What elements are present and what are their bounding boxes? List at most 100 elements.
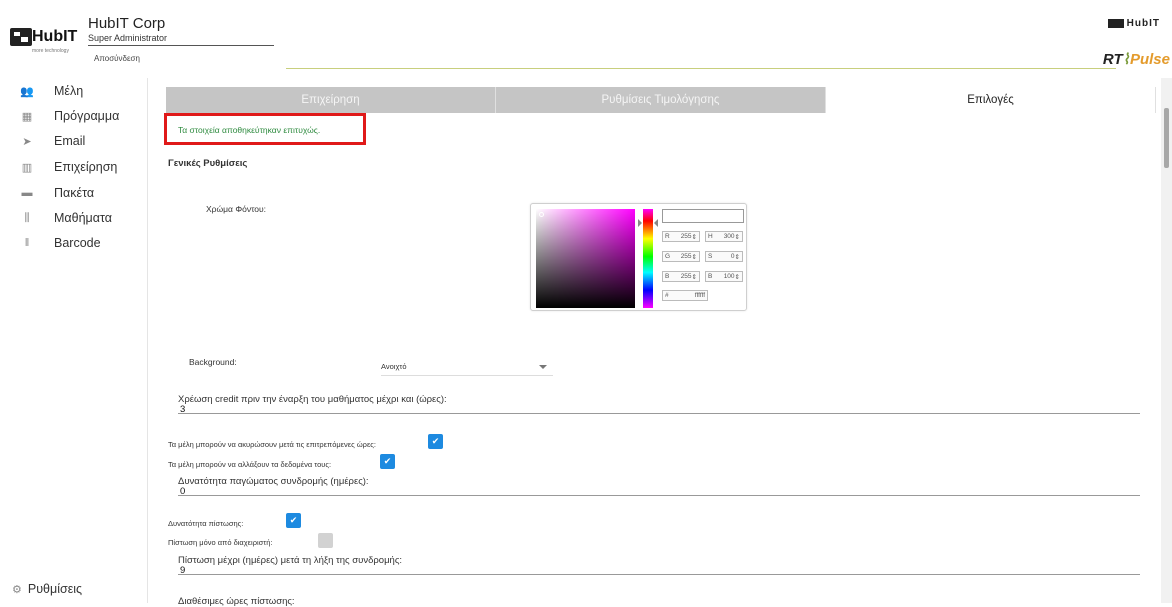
stepper-icon[interactable]: ⇕ xyxy=(735,253,740,261)
background-label: Background: xyxy=(189,357,237,367)
rt-text: RT xyxy=(1102,51,1123,68)
credit-admin-label: Πίστωση μόνο από διαχειριστή: xyxy=(168,538,273,547)
h-label: H xyxy=(708,233,713,240)
credit-card-icon: ▬ xyxy=(21,187,33,199)
calendar-icon: ▦ xyxy=(21,110,33,123)
change-data-label: Τα μέλη μπορούν να αλλάξουν τα δεδομένα … xyxy=(168,460,332,469)
s-field[interactable]: S 0 ⇕ xyxy=(705,251,743,262)
rtpulse-logo: RT⌇Pulse xyxy=(1103,50,1170,68)
hubit-brand-mark-icon xyxy=(1107,18,1124,28)
g-label: G xyxy=(665,253,671,260)
credit-hours-label: Χρέωση credit πριν την έναρξη του μαθήμα… xyxy=(178,394,447,405)
credit-until-field[interactable]: Πίστωση μέχρι (ημέρες) μετά τη λήξη της … xyxy=(178,555,1140,576)
stepper-icon[interactable]: ⇕ xyxy=(692,273,697,281)
sidebar-item-email[interactable]: ➤ Email xyxy=(18,130,85,152)
header-divider xyxy=(286,68,1116,69)
tab-business[interactable]: Επιχείρηση xyxy=(166,87,496,113)
credit-hours-value: 3 xyxy=(180,404,186,415)
credit-hours-field[interactable]: Χρέωση credit πριν την έναρξη του μαθήμα… xyxy=(178,394,1140,415)
stepper-icon[interactable]: ⇕ xyxy=(735,233,740,241)
hubit-brand: HubIT xyxy=(1107,18,1160,29)
cancel-after-checkbox[interactable]: ✔ xyxy=(428,434,443,449)
dumbbell-icon: ⫼ xyxy=(24,211,30,224)
change-data-checkbox[interactable]: ✔ xyxy=(380,454,395,469)
chevron-down-icon xyxy=(539,365,547,369)
bg-color-label: Χρώμα Φόντου: xyxy=(206,204,267,214)
tab-billing-settings[interactable]: Ρυθμίσεις Τιμολόγησης xyxy=(496,87,826,113)
stepper-icon[interactable]: ⇕ xyxy=(692,233,697,241)
b-value: 255 xyxy=(680,273,692,280)
background-select-value: Ανοιχτό xyxy=(381,362,407,371)
sidebar-item-settings[interactable]: ⚙ Ρυθμίσεις xyxy=(12,582,82,596)
freeze-days-label: Δυνατότητα παγώματος συνδρομής (ημέρες): xyxy=(178,476,369,487)
tab-bar: Επιχείρηση Ρυθμίσεις Τιμολόγησης Επιλογέ… xyxy=(166,87,1156,113)
tab-options[interactable]: Επιλογές xyxy=(826,87,1156,113)
building-icon: ▥ xyxy=(21,161,33,174)
b-label: B xyxy=(665,273,670,280)
barcode-icon: ‖ xyxy=(24,237,30,249)
color-preview xyxy=(662,209,744,223)
freeze-days-value: 0 xyxy=(180,486,186,497)
sidebar-item-packages[interactable]: ▬ Πακέτα xyxy=(18,182,95,204)
sidebar-item-barcode[interactable]: ‖ Barcode xyxy=(18,232,101,254)
stepper-icon[interactable]: ⇕ xyxy=(692,253,697,261)
hex-label: # xyxy=(665,292,669,299)
brightness-label: B xyxy=(708,273,713,280)
sidebar-item-label: Email xyxy=(54,134,86,148)
cogs-icon: ⚙ xyxy=(12,584,22,596)
hex-field[interactable]: # ffffff xyxy=(662,290,708,301)
logo-text: HubIT xyxy=(32,28,78,45)
sidebar-item-label: Barcode xyxy=(54,236,101,250)
h-field[interactable]: H 300 ⇕ xyxy=(705,231,743,242)
logout-link[interactable]: Αποσύνδεση xyxy=(94,54,140,63)
h-value: 300 xyxy=(723,233,735,240)
sidebar-item-label: Μέλη xyxy=(54,84,84,98)
r-label: R xyxy=(665,233,670,240)
s-label: S xyxy=(708,253,713,260)
credit-allow-checkbox[interactable]: ✔ xyxy=(286,513,301,528)
send-icon: ➤ xyxy=(22,135,32,148)
sidebar-item-label: Επιχείρηση xyxy=(54,160,118,174)
b-field[interactable]: B 255 ⇕ xyxy=(662,271,700,282)
scrollbar-thumb[interactable] xyxy=(1164,108,1169,168)
color-picker: R 255 ⇕ H 300 ⇕ G 255 ⇕ S 0 ⇕ B 255 ⇕ B 100 ⇕ # fffff… xyxy=(530,203,747,311)
app-header: HubIT more technology HubIT Corp Super A… xyxy=(0,0,1172,78)
stepper-icon[interactable]: ⇕ xyxy=(735,273,740,281)
available-hours-label: Διαθέσιμες ώρες πίστωσης: xyxy=(178,596,295,607)
pulse-text: Pulse xyxy=(1129,51,1170,68)
divider xyxy=(88,45,274,46)
sidebar-item-label: Μαθήματα xyxy=(54,211,112,225)
hue-slider[interactable] xyxy=(643,209,653,308)
hubit-logo[interactable]: HubIT more technology xyxy=(10,20,77,56)
credit-admin-checkbox[interactable] xyxy=(318,533,333,548)
users-icon: 👥 xyxy=(20,85,34,98)
g-field[interactable]: G 255 ⇕ xyxy=(662,251,700,262)
success-message: Τα στοιχεία αποθηκεύτηκαν επιτυχώς. xyxy=(178,125,321,135)
sidebar-item-schedule[interactable]: ▦ Πρόγραμμα xyxy=(18,105,120,127)
sidebar-item-label: Ρυθμίσεις xyxy=(27,582,83,596)
r-value: 255 xyxy=(680,233,692,240)
hubit-brand-text: HubIT xyxy=(1126,18,1160,29)
logo-subtext: more technology xyxy=(32,48,69,54)
hubit-logo-mark-icon xyxy=(10,28,32,46)
s-value: 0 xyxy=(730,253,735,260)
section-title: Γενικές Ρυθμίσεις xyxy=(168,158,248,169)
sidebar-item-classes[interactable]: ⫼ Μαθήματα xyxy=(18,207,112,229)
brightness-field[interactable]: B 100 ⇕ xyxy=(705,271,743,282)
user-role: Super Administrator xyxy=(88,33,168,43)
sidebar-item-label: Πρόγραμμα xyxy=(54,109,120,123)
sidebar-item-members[interactable]: 👥 Μέλη xyxy=(18,80,83,102)
sv-cursor[interactable] xyxy=(539,212,544,217)
freeze-days-field[interactable]: Δυνατότητα παγώματος συνδρομής (ημέρες):… xyxy=(178,476,1140,497)
credit-until-value: 9 xyxy=(180,565,186,576)
main-content: Επιχείρηση Ρυθμίσεις Τιμολόγησης Επιλογέ… xyxy=(148,78,1161,607)
saturation-value-area[interactable] xyxy=(536,209,635,308)
sidebar-item-business[interactable]: ▥ Επιχείρηση xyxy=(18,156,118,178)
scrollbar[interactable] xyxy=(1161,78,1172,603)
r-field[interactable]: R 255 ⇕ xyxy=(662,231,700,242)
hex-value: ffffff xyxy=(694,292,705,299)
g-value: 255 xyxy=(680,253,692,260)
background-select[interactable]: Ανοιχτό xyxy=(381,358,553,376)
sidebar-item-label: Πακέτα xyxy=(54,186,95,200)
company-name: HubIT Corp xyxy=(88,15,166,32)
